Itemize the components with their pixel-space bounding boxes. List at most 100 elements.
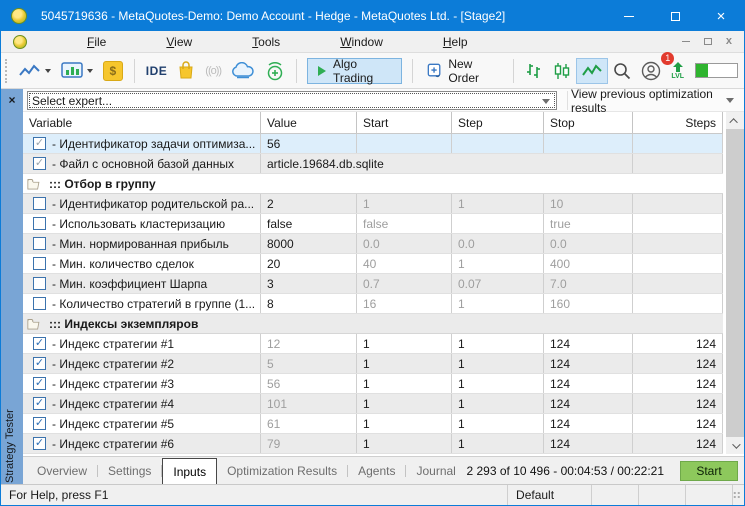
value-cell[interactable]: 5 — [261, 354, 357, 373]
steps-cell[interactable]: 124 — [633, 354, 723, 373]
value-cell[interactable]: article.19684.db.sqlite — [261, 154, 633, 173]
column-header-start[interactable]: Start — [357, 112, 452, 133]
param-row[interactable]: ✓ - Индекс стратегии #5 61 1 1 124 124 — [23, 414, 723, 434]
steps-cell[interactable] — [633, 254, 723, 273]
value-cell[interactable]: 12 — [261, 334, 357, 353]
stop-cell[interactable]: 160 — [544, 294, 633, 313]
step-cell[interactable]: 1 — [452, 354, 544, 373]
market-button[interactable] — [172, 58, 200, 84]
step-cell[interactable] — [452, 134, 544, 153]
profile-button[interactable]: 1 — [636, 51, 675, 84]
param-row[interactable]: ✓ - Идентификатор задачи оптимиза... 56 — [23, 134, 723, 154]
value-cell[interactable]: 20 — [261, 254, 357, 273]
param-row[interactable]: ✓ - Индекс стратегии #1 12 1 1 124 124 — [23, 334, 723, 354]
row-checkbox[interactable]: ✓ — [33, 417, 46, 430]
row-checkbox[interactable] — [33, 197, 46, 210]
column-header-stop[interactable]: Stop — [544, 112, 633, 133]
add-signal-button[interactable] — [260, 58, 290, 84]
row-checkbox[interactable]: ✓ — [33, 337, 46, 350]
panel-close-button[interactable]: × — [1, 89, 23, 111]
new-chart-button[interactable] — [14, 58, 56, 84]
group-row[interactable]: ::: Индексы экземпляров — [23, 314, 723, 334]
search-button[interactable] — [608, 58, 636, 84]
chart-profiles-button[interactable] — [56, 58, 98, 84]
cloud-button[interactable] — [226, 58, 260, 84]
candlestick-mode-button[interactable] — [548, 58, 576, 84]
start-cell[interactable]: 1 — [357, 354, 452, 373]
param-row[interactable]: - Мин. нормированная прибыль 8000 0.0 0.0 0.… — [23, 234, 723, 254]
value-cell[interactable]: 8000 — [261, 234, 357, 253]
close-button[interactable]: × — [698, 1, 744, 31]
steps-cell[interactable] — [633, 234, 723, 253]
row-checkbox[interactable]: ✓ — [33, 437, 46, 450]
param-row[interactable]: - Мин. коэффициент Шарпа 3 0.7 0.07 7.0 — [23, 274, 723, 294]
column-header-value[interactable]: Value — [261, 112, 357, 133]
tab-inputs[interactable]: Inputs — [162, 458, 218, 485]
row-checkbox[interactable] — [33, 217, 46, 230]
value-cell[interactable]: 61 — [261, 414, 357, 433]
scrollbar-thumb[interactable] — [726, 129, 744, 437]
step-cell[interactable]: 1 — [452, 254, 544, 273]
algo-trading-button[interactable]: Algo Trading — [306, 57, 403, 85]
maximize-button[interactable] — [652, 1, 698, 31]
stop-cell[interactable]: 124 — [544, 414, 633, 433]
stop-cell[interactable]: true — [544, 214, 633, 233]
param-row[interactable]: ✓ - Индекс стратегии #6 79 1 1 124 124 — [23, 434, 723, 454]
stop-cell[interactable]: 0.0 — [544, 234, 633, 253]
value-cell[interactable]: 101 — [261, 394, 357, 413]
mdi-restore-button[interactable] — [703, 38, 712, 45]
tab-overview[interactable]: Overview — [27, 457, 97, 485]
column-header-step[interactable]: Step — [452, 112, 544, 133]
value-cell[interactable]: 79 — [261, 434, 357, 453]
tab-journal[interactable]: Journal — [406, 457, 465, 485]
steps-cell[interactable]: 124 — [633, 414, 723, 433]
menu-item-tools[interactable]: Tools — [222, 35, 310, 49]
param-row[interactable]: - Количество стратегий в группе (1... 8 16… — [23, 294, 723, 314]
stop-cell[interactable]: 124 — [544, 394, 633, 413]
stop-cell[interactable]: 10 — [544, 194, 633, 213]
value-cell[interactable]: false — [261, 214, 357, 233]
stop-cell[interactable]: 400 — [544, 254, 633, 273]
stop-cell[interactable] — [544, 134, 633, 153]
steps-cell[interactable] — [633, 154, 723, 173]
start-cell[interactable]: 16 — [357, 294, 452, 313]
stop-cell[interactable]: 124 — [544, 374, 633, 393]
stop-cell[interactable]: 7.0 — [544, 274, 633, 293]
start-cell[interactable]: 0.0 — [357, 234, 452, 253]
step-cell[interactable]: 1 — [452, 334, 544, 353]
tab-optimization-results[interactable]: Optimization Results — [217, 457, 347, 485]
group-row[interactable]: ::: Отбор в группу — [23, 174, 723, 194]
expert-select[interactable]: Select expert... — [27, 91, 557, 110]
ide-button[interactable]: IDE — [141, 58, 173, 84]
row-checkbox[interactable]: ✓ — [33, 357, 46, 370]
value-cell[interactable]: 56 — [261, 134, 357, 153]
step-cell[interactable]: 0.0 — [452, 234, 544, 253]
steps-cell[interactable] — [633, 214, 723, 233]
new-order-button[interactable]: New Order — [419, 57, 507, 85]
signals-button[interactable]: ((o)) — [200, 58, 226, 84]
tab-settings[interactable]: Settings — [98, 457, 161, 485]
start-button[interactable]: Start — [680, 461, 738, 481]
stop-cell[interactable]: 124 — [544, 354, 633, 373]
step-cell[interactable] — [452, 214, 544, 233]
menu-item-window[interactable]: Window — [310, 35, 413, 49]
scroll-down-button[interactable] — [726, 437, 744, 454]
steps-cell[interactable] — [633, 194, 723, 213]
menu-item-view[interactable]: View — [136, 35, 222, 49]
profile-indicator[interactable]: Default — [508, 485, 592, 505]
column-header-steps[interactable]: Steps — [633, 112, 723, 133]
mdi-minimize-button[interactable] — [681, 41, 690, 42]
param-row[interactable]: - Использовать кластеризацию false false tr… — [23, 214, 723, 234]
start-cell[interactable]: 1 — [357, 434, 452, 453]
steps-cell[interactable]: 124 — [633, 394, 723, 413]
stop-cell[interactable]: 124 — [544, 334, 633, 353]
step-cell[interactable]: 1 — [452, 294, 544, 313]
row-checkbox[interactable]: ✓ — [33, 157, 46, 170]
value-cell[interactable]: 56 — [261, 374, 357, 393]
start-cell[interactable] — [357, 134, 452, 153]
param-row[interactable]: ✓ - Файл с основной базой данных article.1… — [23, 154, 723, 174]
step-cell[interactable]: 1 — [452, 414, 544, 433]
start-cell[interactable]: 0.7 — [357, 274, 452, 293]
resize-grip[interactable] — [733, 491, 741, 499]
row-checkbox[interactable]: ✓ — [33, 377, 46, 390]
